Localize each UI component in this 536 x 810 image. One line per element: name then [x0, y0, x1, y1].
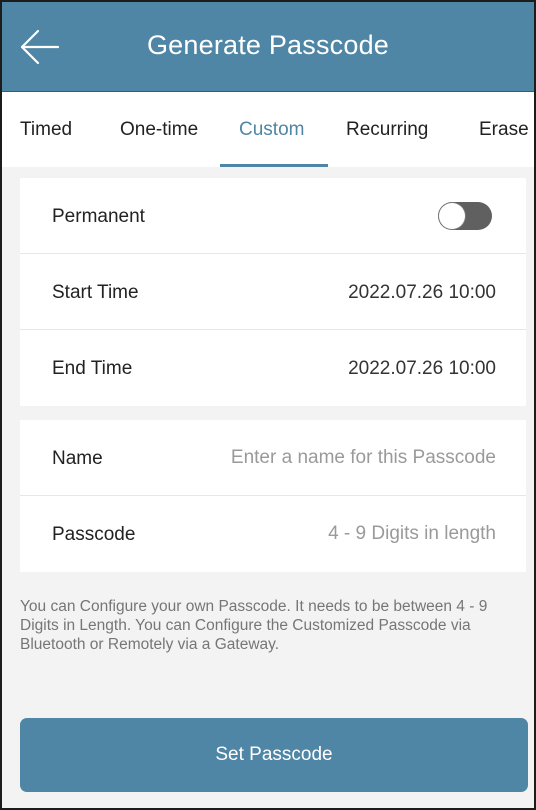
passcode-help-text: You can Configure your own Passcode. It … [20, 598, 488, 653]
passcode-details-card: Name Passcode [20, 420, 526, 572]
passcode-type-tabs: Timed One-time Custom Recurring Erase [2, 92, 534, 167]
tab-timed[interactable]: Timed [20, 119, 72, 141]
end-time-row[interactable]: End Time 2022.07.26 10:00 [20, 330, 526, 406]
start-time-label: Start Time [52, 282, 139, 303]
name-label: Name [52, 448, 103, 469]
tab-one-time[interactable]: One-time [120, 119, 198, 141]
permanent-label: Permanent [52, 206, 145, 227]
tab-erase[interactable]: Erase [479, 119, 529, 141]
name-input[interactable] [186, 444, 496, 472]
schedule-card: Permanent Start Time 2022.07.26 10:00 En… [20, 178, 526, 406]
start-time-row[interactable]: Start Time 2022.07.26 10:00 [20, 254, 526, 330]
tab-recurring[interactable]: Recurring [346, 119, 428, 141]
active-tab-indicator [220, 164, 328, 167]
passcode-label: Passcode [52, 524, 136, 545]
end-time-value[interactable]: 2022.07.26 10:00 [348, 358, 496, 380]
tab-custom[interactable]: Custom [239, 119, 304, 141]
toggle-knob [439, 203, 465, 229]
name-row: Name [20, 420, 526, 496]
end-time-label: End Time [52, 358, 133, 379]
permanent-row: Permanent [20, 178, 526, 254]
passcode-row: Passcode [20, 496, 526, 572]
start-time-value[interactable]: 2022.07.26 10:00 [348, 282, 496, 304]
set-passcode-button[interactable]: Set Passcode [20, 718, 528, 792]
passcode-input[interactable] [186, 520, 496, 548]
permanent-toggle[interactable] [438, 202, 492, 230]
page-title: Generate Passcode [146, 30, 390, 60]
top-app-bar: Generate Passcode [2, 2, 534, 92]
app-frame: Generate Passcode Timed One-time Custom … [0, 0, 536, 810]
